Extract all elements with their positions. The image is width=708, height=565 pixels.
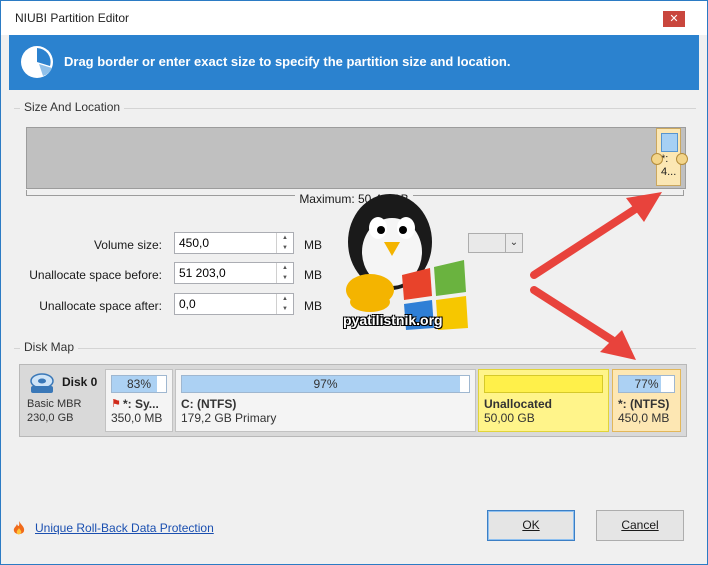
disk-name: Disk 0 [62, 375, 98, 389]
ok-button-label: OK [522, 518, 540, 532]
partition-block-system[interactable]: 83% ⚑ *: Sy... 350,0 MB [105, 369, 173, 432]
disk-map-label: Disk Map [20, 340, 79, 354]
cancel-button[interactable]: Cancel [596, 510, 684, 541]
left-resize-handle[interactable] [651, 153, 663, 165]
spin-up-icon[interactable]: ▲ [277, 263, 293, 273]
partition-info: 179,2 GB Primary [181, 411, 277, 425]
size-location-label: Size And Location [20, 100, 125, 114]
system-flag-icon: ⚑ [111, 398, 121, 410]
partition-block-unallocated[interactable]: Unallocated 50,00 GB [478, 369, 609, 432]
window-title: NIUBI Partition Editor [15, 11, 130, 25]
partition-usage-bar: 77% [618, 375, 675, 393]
partition-block-label: *: 4... [661, 153, 677, 178]
banner-text: Drag border or enter exact size to speci… [64, 54, 511, 69]
spin-up-icon[interactable]: ▲ [277, 294, 293, 304]
volume-size-label: Volume size: [93, 238, 162, 252]
disk-size: 230,0 GB [27, 412, 74, 424]
partition-info: 450,0 MB [618, 411, 670, 425]
spin-up-icon[interactable]: ▲ [277, 233, 293, 243]
hard-disk-icon [30, 373, 54, 393]
volume-size-spin-buttons[interactable]: ▲ ▼ [276, 233, 293, 253]
usage-percent: 97% [313, 377, 338, 391]
partition-name: *: (NTFS) [618, 397, 670, 411]
usage-percent: 83% [126, 377, 152, 391]
spin-down-icon[interactable]: ▼ [277, 273, 293, 283]
close-button[interactable]: ✕ [663, 11, 685, 27]
partition-usage-bar: 97% [181, 375, 470, 393]
space-before-spin-buttons[interactable]: ▲ ▼ [276, 263, 293, 283]
ok-button[interactable]: OK [487, 510, 575, 541]
space-after-unit: MB [304, 299, 322, 313]
disk-info[interactable]: Disk 0 Basic MBR 230,0 GB [24, 370, 104, 432]
space-after-spin-buttons[interactable]: ▲ ▼ [276, 294, 293, 314]
instruction-banner: Drag border or enter exact size to speci… [9, 35, 699, 90]
partition-block-selected[interactable]: 77% *: (NTFS) 450,0 MB [612, 369, 681, 432]
flame-icon [13, 521, 25, 535]
spin-down-icon[interactable]: ▼ [277, 243, 293, 253]
partition-name: C: (NTFS) [181, 397, 237, 411]
partition-info: 350,0 MB [111, 411, 163, 425]
pie-chart-icon [21, 46, 53, 78]
space-before-unit: MB [304, 268, 322, 282]
partition-name: *: Sy... [123, 397, 159, 411]
space-after-stepper[interactable]: ▲▼ [174, 293, 294, 315]
disk-type: Basic MBR [27, 398, 82, 410]
space-before-input[interactable] [177, 265, 277, 281]
volume-size-unit: MB [304, 238, 322, 252]
disk-map-divider [14, 348, 696, 349]
partition-usage-bar: 83% [111, 375, 167, 393]
space-before-stepper[interactable]: ▲▼ [174, 262, 294, 284]
watermark-text: pyatilistnik.org [343, 312, 443, 328]
volume-size-stepper[interactable]: ▲▼ [174, 232, 294, 254]
partition-name: Unallocated [484, 397, 553, 411]
rollback-protection-link[interactable]: Unique Roll-Back Data Protection [35, 521, 214, 535]
volume-size-input[interactable] [177, 235, 277, 251]
title-bar: NIUBI Partition Editor ✕ [1, 1, 707, 35]
cancel-button-label: Cancel [621, 518, 659, 532]
space-after-label: Unallocate space after: [39, 299, 162, 313]
space-after-input[interactable] [177, 296, 277, 312]
usage-percent: 77% [634, 377, 659, 391]
spin-down-icon[interactable]: ▼ [277, 304, 293, 314]
partition-usage-bar [484, 375, 603, 393]
right-resize-handle[interactable] [676, 153, 688, 165]
partition-block-c[interactable]: 97% C: (NTFS) 179,2 GB Primary [175, 369, 476, 432]
partition-info: 50,00 GB [484, 411, 535, 425]
partition-usage-bar [661, 133, 678, 152]
chevron-down-icon[interactable]: ⌄ [505, 234, 522, 252]
space-before-label: Unallocate space before: [29, 268, 162, 282]
close-icon: ✕ [669, 13, 679, 25]
